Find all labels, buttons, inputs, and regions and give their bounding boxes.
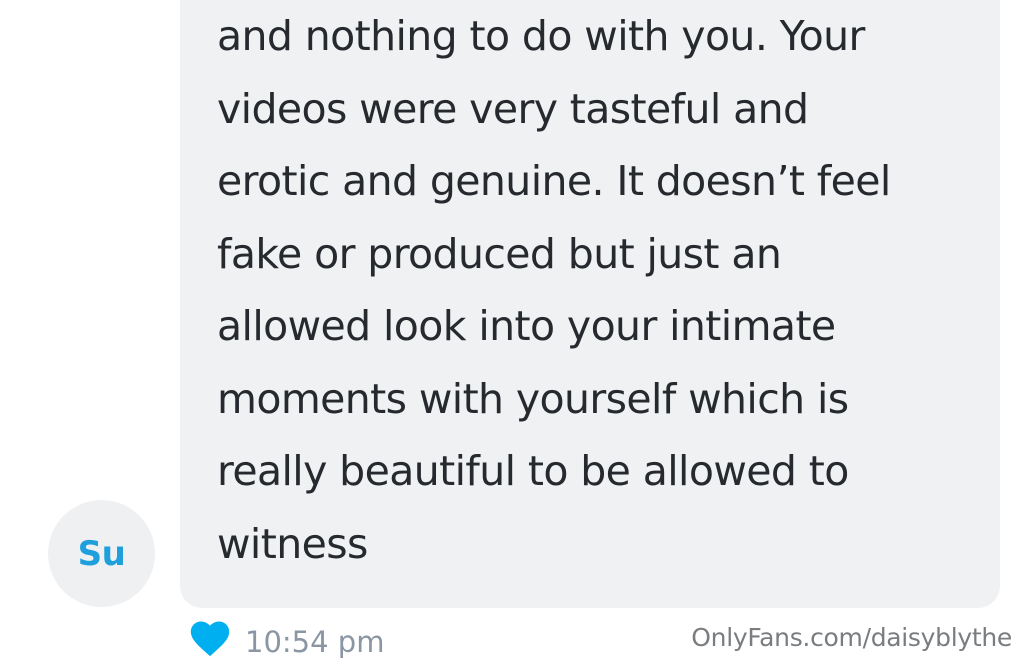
message-line: moments with yourself which is — [217, 374, 849, 423]
avatar-initials: Su — [77, 533, 126, 574]
message-line: allowed look into your intimate — [217, 302, 836, 350]
heart-icon[interactable] — [190, 620, 230, 658]
message-timestamp: 10:54 pm — [245, 625, 385, 659]
message-text: and nothing to do with you. Your videos … — [217, 0, 977, 580]
chat-screen: and nothing to do with you. Your videos … — [0, 0, 1025, 665]
sender-avatar[interactable]: Su — [48, 500, 155, 607]
message-line: really beautiful to be allowed to — [217, 447, 849, 495]
watermark: OnlyFans.com/daisyblythe — [691, 623, 1012, 652]
message-line: witness — [217, 519, 368, 568]
message-line: videos were very tasteful and — [217, 84, 809, 133]
message-line: erotic and genuine. It doesn’t feel — [217, 157, 891, 205]
message-line: fake or produced but just an — [217, 229, 782, 278]
message-line: and nothing to do with you. Your — [217, 12, 865, 60]
